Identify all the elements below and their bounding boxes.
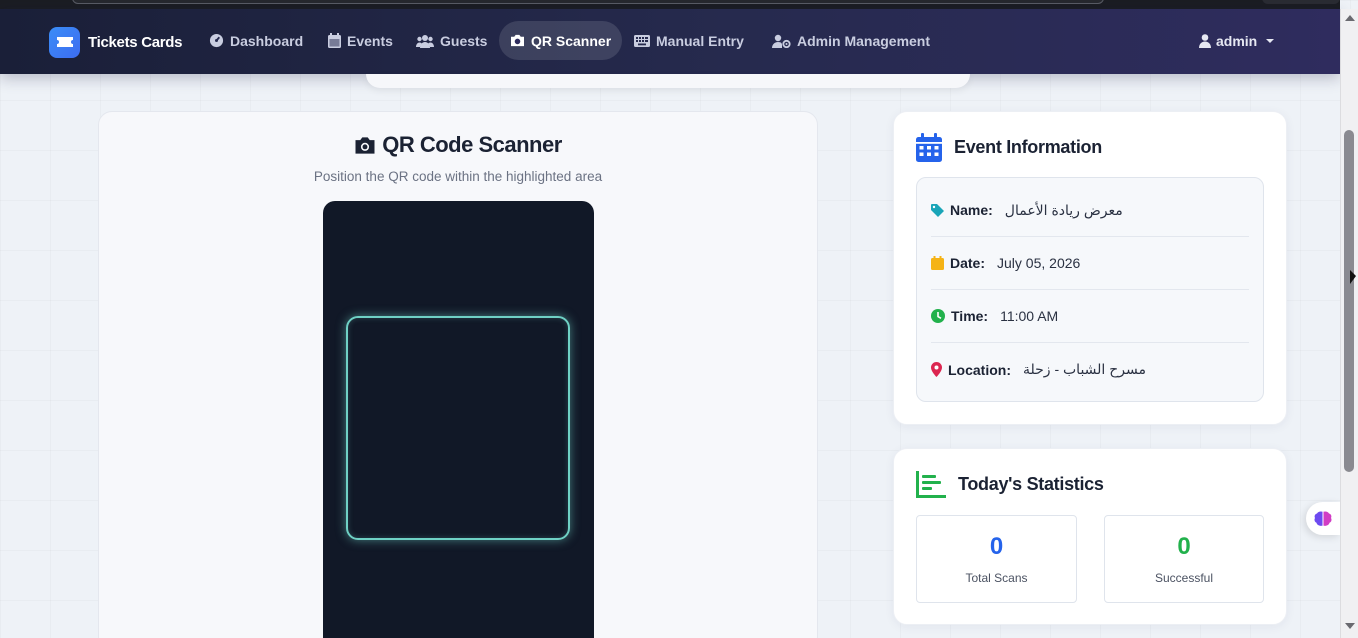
nav-admin-management[interactable]: Admin Management xyxy=(762,21,940,60)
keyboard-icon xyxy=(634,34,650,47)
tag-icon xyxy=(931,203,944,217)
browser-chrome-strip xyxy=(0,0,1340,9)
nav-qr-scanner[interactable]: QR Scanner xyxy=(499,21,623,60)
total-scans-value: 0 xyxy=(989,533,1004,560)
event-info-box: Name: معرض ريادة الأعمال Date: July 05, … xyxy=(916,177,1264,402)
event-time-label: Time: xyxy=(951,308,989,324)
previous-card-bottom xyxy=(366,74,970,88)
scanner-title-text: QR Code Scanner xyxy=(382,132,562,157)
clock-icon xyxy=(931,309,945,323)
scroll-down-arrow-icon[interactable] xyxy=(1345,623,1355,629)
event-location-label: Location: xyxy=(948,361,1011,378)
brand-name: Tickets Cards xyxy=(88,33,183,51)
nav-qr-scanner-label: QR Scanner xyxy=(531,32,612,49)
nav-events[interactable]: Events xyxy=(318,21,403,60)
top-navbar: Tickets Cards Dashboard Events Guests QR… xyxy=(0,9,1340,74)
scanner-card: QR Code Scanner Position the QR code wit… xyxy=(98,111,818,638)
map-pin-icon xyxy=(931,362,942,377)
nav-events-label: Events xyxy=(347,32,393,49)
user-icon xyxy=(1199,33,1211,48)
mouse-cursor-icon xyxy=(1350,270,1356,284)
successful-value: 0 xyxy=(1177,533,1191,560)
camera-icon xyxy=(511,34,524,47)
event-location-row: Location: مسرح الشباب - زحلة xyxy=(931,343,1249,396)
event-date-label: Date: xyxy=(950,255,986,271)
page-scrollbar[interactable] xyxy=(1340,9,1358,638)
event-info-header: Event Information xyxy=(916,133,1102,162)
address-bar-edge xyxy=(72,0,1104,4)
gauge-icon xyxy=(209,33,224,48)
scroll-thumb[interactable] xyxy=(1344,130,1354,472)
username: admin xyxy=(1216,32,1258,49)
event-name-label: Name: xyxy=(950,202,993,218)
camera-viewport[interactable] xyxy=(323,201,594,638)
user-menu-dropdown[interactable]: admin xyxy=(1199,21,1275,60)
successful-stat: 0 Successful xyxy=(1104,515,1264,603)
user-cog-icon xyxy=(772,34,791,48)
scroll-up-arrow-icon[interactable] xyxy=(1345,15,1355,21)
event-info-heading: Event Information xyxy=(954,137,1102,157)
stats-header: Today's Statistics xyxy=(916,471,1104,498)
event-date-row: Date: July 05, 2026 xyxy=(931,237,1249,290)
event-information-card: Event Information Name: معرض ريادة الأعم… xyxy=(893,111,1287,425)
scan-target-frame xyxy=(346,316,570,540)
brain-icon xyxy=(1314,511,1332,526)
ticket-icon xyxy=(49,26,80,58)
stats-heading: Today's Statistics xyxy=(958,474,1104,494)
event-time-row: Time: 11:00 AM xyxy=(931,290,1249,343)
event-location-value: مسرح الشباب - زحلة xyxy=(1023,361,1146,377)
chart-bar-icon xyxy=(916,471,946,498)
brand[interactable]: Tickets Cards xyxy=(49,26,183,58)
calendar-icon xyxy=(931,256,944,270)
nav-guests[interactable]: Guests xyxy=(406,21,497,60)
event-date-value: July 05, 2026 xyxy=(997,255,1081,271)
nav-manual-entry-label: Manual Entry xyxy=(656,32,744,49)
event-time-value: 11:00 AM xyxy=(1000,308,1059,324)
event-name-value: معرض ريادة الأعمال xyxy=(1004,201,1123,218)
nav-guests-label: Guests xyxy=(440,32,488,49)
nav-dashboard[interactable]: Dashboard xyxy=(199,21,313,60)
camera-icon xyxy=(355,136,375,154)
todays-statistics-card: Today's Statistics 0 Total Scans 0 Succe… xyxy=(893,448,1287,625)
assistant-widget-button[interactable] xyxy=(1306,502,1340,535)
calendar-icon xyxy=(328,33,341,48)
browser-control-edge xyxy=(1262,0,1340,4)
total-scans-stat: 0 Total Scans xyxy=(916,515,1077,603)
nav-manual-entry[interactable]: Manual Entry xyxy=(624,21,754,60)
successful-label: Successful xyxy=(1154,571,1214,585)
calendar-icon xyxy=(916,133,942,162)
chevron-down-icon xyxy=(1266,38,1275,43)
scanner-subtitle: Position the QR code within the highligh… xyxy=(313,169,603,184)
users-icon xyxy=(416,34,434,48)
nav-dashboard-label: Dashboard xyxy=(230,32,304,49)
nav-admin-management-label: Admin Management xyxy=(797,32,931,49)
total-scans-label: Total Scans xyxy=(965,571,1028,585)
scanner-title: QR Code Scanner xyxy=(99,132,817,158)
event-name-row: Name: معرض ريادة الأعمال xyxy=(931,184,1249,237)
